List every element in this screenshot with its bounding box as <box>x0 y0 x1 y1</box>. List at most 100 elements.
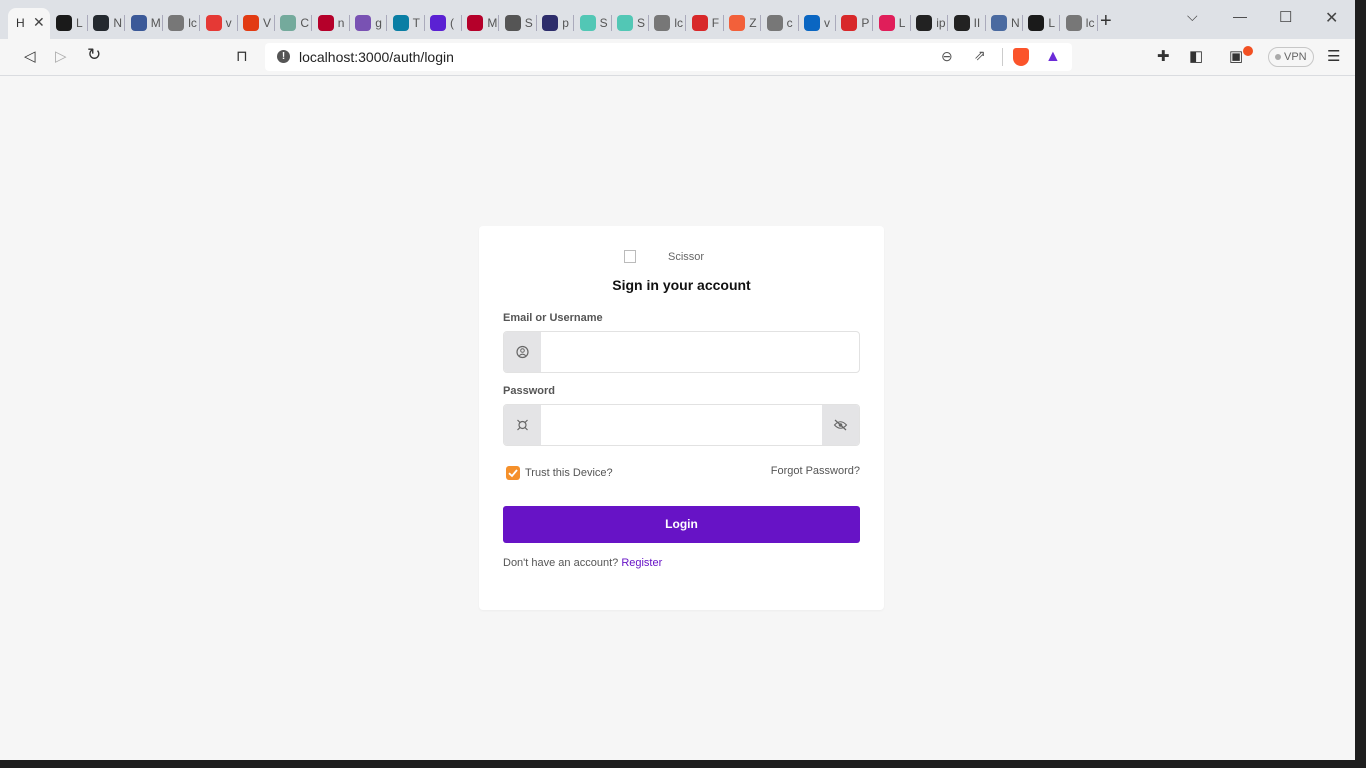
tab-title: V <box>263 16 272 30</box>
tab[interactable]: c <box>763 12 799 34</box>
zoom-icon[interactable]: ⊖ <box>941 48 953 65</box>
tab[interactable]: L <box>52 12 88 34</box>
tab-title: L <box>1048 16 1056 30</box>
react-icon <box>392 15 409 31</box>
tab-title: g <box>375 16 382 30</box>
tab[interactable]: T <box>389 12 425 34</box>
tab[interactable]: ip <box>912 12 949 34</box>
tab-separator <box>1096 15 1098 31</box>
trust-device-label[interactable]: Trust this Device? <box>525 467 613 479</box>
tab[interactable]: Z <box>725 12 762 34</box>
tab-active-title: H <box>16 16 25 30</box>
menu-icon[interactable]: ☰ <box>1327 47 1340 65</box>
tab[interactable]: L <box>875 12 911 34</box>
tab-separator <box>760 15 762 31</box>
tab[interactable]: V <box>239 12 275 34</box>
tab[interactable]: L <box>1024 12 1061 34</box>
wallet-icon[interactable]: ▣ <box>1229 47 1243 65</box>
tab[interactable]: p <box>538 12 575 34</box>
tab-separator <box>423 15 425 31</box>
tab-title: II <box>973 16 981 30</box>
tab[interactable]: n <box>314 12 350 34</box>
extensions-icon[interactable]: ✚ <box>1157 47 1170 65</box>
tab-title: M <box>150 16 161 30</box>
tab-title: lc <box>674 16 684 30</box>
vpn-button[interactable]: VPN <box>1268 47 1314 67</box>
tab-active[interactable]: H ✕ <box>8 8 50 39</box>
tab-separator <box>909 15 911 31</box>
new-tab-icon[interactable]: + <box>1100 10 1112 33</box>
chatgpt-icon <box>280 15 297 31</box>
tab[interactable]: C <box>276 12 313 34</box>
tab-separator <box>124 15 126 31</box>
share-icon[interactable]: ⇗ <box>974 47 986 64</box>
tab[interactable]: II <box>950 12 986 34</box>
gear-icon <box>504 15 521 31</box>
url-text[interactable]: localhost:3000/auth/login <box>299 49 454 65</box>
tab[interactable]: M <box>127 12 163 34</box>
tab[interactable]: N <box>89 12 126 34</box>
globe-icon <box>654 15 671 31</box>
globe-icon <box>916 15 933 31</box>
divider <box>1002 48 1003 66</box>
address-bar[interactable]: ! localhost:3000/auth/login ⊖ ⇗ ▲ <box>265 43 1072 71</box>
reload-icon[interactable]: ↻ <box>87 45 101 65</box>
tab[interactable]: S <box>613 12 649 34</box>
browser-toolbar: ◁ ▷ ↻ ⊓ ! localhost:3000/auth/login ⊖ ⇗ … <box>0 39 1355 76</box>
password-field-group <box>503 404 860 446</box>
tab-title: S <box>524 16 533 30</box>
tab[interactable]: N <box>987 12 1023 34</box>
tab[interactable]: v <box>202 12 238 34</box>
z-icon <box>729 15 746 31</box>
toggle-password-button[interactable] <box>822 405 859 445</box>
tab[interactable]: F <box>688 12 724 34</box>
trust-device-checkbox[interactable] <box>506 466 520 480</box>
tab-title: v <box>225 16 232 30</box>
tab[interactable]: g <box>351 12 388 34</box>
login-button[interactable]: Login <box>503 506 860 543</box>
maximize-icon[interactable]: ☐ <box>1279 8 1292 26</box>
site-info-icon[interactable]: ! <box>277 50 290 63</box>
tab-title: Z <box>749 16 757 30</box>
bookmark-icon[interactable]: ⊓ <box>236 47 248 65</box>
app-icon <box>130 15 147 31</box>
tab-separator <box>498 15 500 31</box>
globe-icon <box>766 15 783 31</box>
card-icon <box>691 15 708 31</box>
email-input[interactable] <box>541 332 859 372</box>
tab[interactable]: lc <box>650 12 687 34</box>
tab[interactable]: S <box>501 12 537 34</box>
register-link[interactable]: Register <box>621 557 662 569</box>
tab[interactable]: lc <box>164 12 201 34</box>
tab[interactable]: M <box>463 12 500 34</box>
tab-separator <box>199 15 201 31</box>
vpn-status-dot <box>1275 54 1281 61</box>
github-icon <box>93 15 110 31</box>
minimize-icon[interactable]: — <box>1233 8 1247 24</box>
tab-separator <box>535 15 537 31</box>
forward-icon[interactable]: ▷ <box>55 47 67 65</box>
mongodb-icon <box>1028 15 1045 31</box>
tab[interactable]: ( <box>426 12 462 34</box>
password-addon <box>504 405 541 445</box>
close-tab-icon[interactable]: ✕ <box>33 14 45 31</box>
brave-rewards-icon[interactable]: ▲ <box>1045 48 1061 66</box>
password-input[interactable] <box>541 405 824 445</box>
image-icon <box>542 15 559 31</box>
tab[interactable]: v <box>800 12 836 34</box>
tab-separator <box>274 15 275 31</box>
forgot-password-link[interactable]: Forgot Password? <box>771 465 860 477</box>
brave-shields-icon[interactable] <box>1013 48 1029 66</box>
tab[interactable]: S <box>576 12 612 34</box>
sidebar-icon[interactable]: ◧ <box>1189 47 1203 65</box>
check-icon <box>508 469 518 478</box>
tab-search-icon[interactable]: ⌵ <box>1187 8 1198 25</box>
m-icon <box>317 15 334 31</box>
tab-separator <box>872 15 874 31</box>
close-window-icon[interactable]: ✕ <box>1325 8 1338 28</box>
tab[interactable]: P <box>837 12 874 34</box>
card-icon <box>841 15 858 31</box>
back-icon[interactable]: ◁ <box>24 47 36 65</box>
tab[interactable]: lc <box>1062 12 1098 34</box>
slack-icon <box>878 15 895 31</box>
